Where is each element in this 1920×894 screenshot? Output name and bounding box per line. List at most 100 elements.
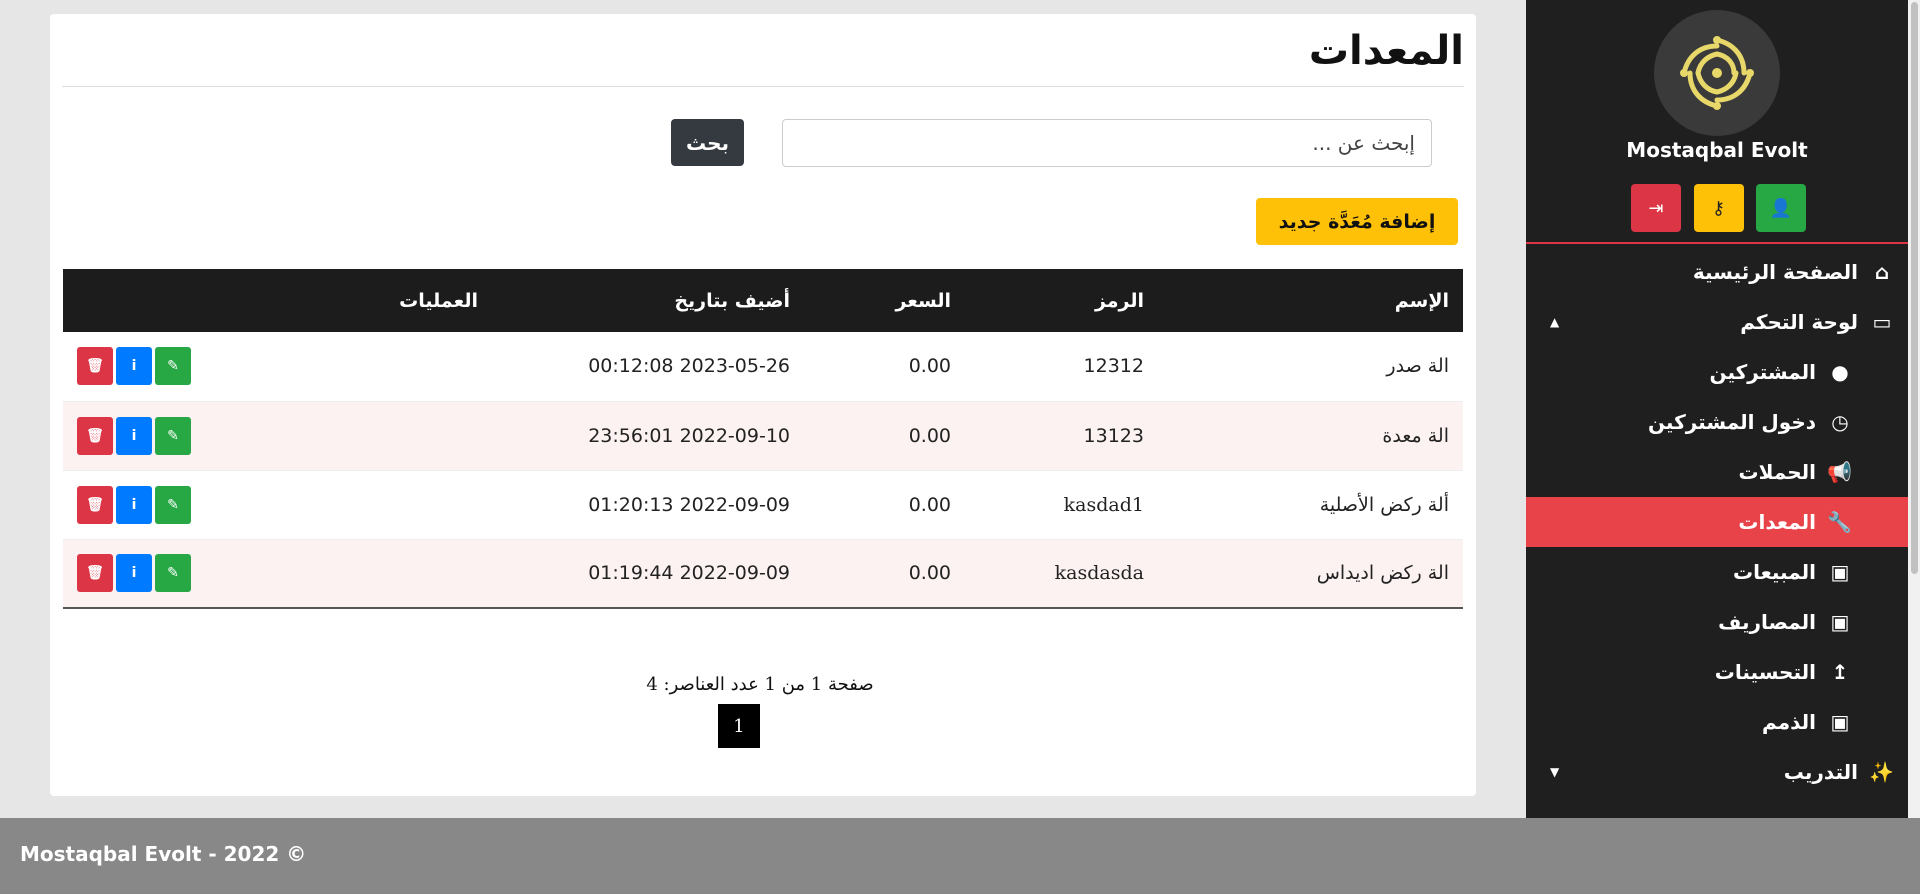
cell-code: kasdad1 — [965, 469, 1158, 539]
footer-text: Mostaqbal Evolt - 2022 © — [20, 842, 307, 866]
edit-button[interactable]: ✎ — [155, 347, 191, 386]
sidebar-menu: ⌂ الصفحة الرئيسية ▭ لوحة التحكم ▲ ● المش… — [1526, 247, 1908, 797]
cell-code: 12312 — [1083, 355, 1144, 378]
cell-operations: 🗑 i ✎ — [63, 332, 492, 401]
user-icon: ● — [1831, 360, 1849, 384]
cell-date: 2023-05-26 00:12:08 — [588, 355, 790, 378]
sidebar-item-equipment[interactable]: 🔧 المعدات — [1526, 497, 1908, 547]
pagination-summary: صفحة 1 من 1 عدد العناصر: 4 — [646, 674, 874, 695]
info-button[interactable]: i — [116, 554, 152, 593]
cell-price: 0.00 — [908, 355, 951, 378]
chevron-down-icon: ▼ — [1550, 765, 1560, 779]
page-title: المعدات — [1308, 28, 1464, 74]
edit-icon: ✎ — [167, 427, 179, 444]
add-equipment-button[interactable]: إضافة مُعَدَّة جديد — [1256, 198, 1458, 245]
info-icon: i — [131, 565, 137, 582]
sidebar-item-receivables[interactable]: ▣ الذمم — [1526, 697, 1908, 747]
info-button[interactable]: i — [116, 485, 152, 524]
table-row: الة معدة 13123 0.00 2022-09-10 23:56:01 … — [63, 400, 1463, 470]
delete-button[interactable]: 🗑 — [77, 554, 113, 593]
sidebar-item-subscribers[interactable]: ● المشتركين — [1526, 347, 1908, 397]
sidebar-item-subscriber-entry[interactable]: ◷ دخول المشتركين — [1526, 397, 1908, 447]
home-icon: ⌂ — [1874, 260, 1890, 284]
table-row: الة صدر 12312 0.00 2023-05-26 00:12:08 🗑… — [63, 332, 1463, 401]
cell-code: kasdasda — [965, 538, 1158, 609]
header-code: الرمز — [965, 269, 1158, 332]
header-operations: العمليات — [63, 269, 492, 332]
sidebar-item-label: دخول المشتركين — [1647, 410, 1816, 434]
info-button[interactable]: i — [116, 347, 152, 386]
cell-name: الة معدة — [1158, 400, 1463, 470]
search-button[interactable]: بحث — [671, 119, 744, 166]
logo-icon — [1680, 36, 1754, 110]
sidebar-item-expenses[interactable]: ▣ المصاريف — [1526, 597, 1908, 647]
sidebar: Mostaqbal Evolt ⇥ ⚷ 👤 ⌂ الصفحة الرئيسية … — [1526, 0, 1908, 818]
trash-icon: 🗑 — [86, 496, 104, 513]
sidebar-item-label: المعدات — [1738, 510, 1816, 534]
sidebar-item-sales[interactable]: ▣ المبيعات — [1526, 547, 1908, 597]
profile-actions: ⇥ ⚷ 👤 — [1631, 184, 1806, 232]
row-actions: 🗑 i ✎ — [77, 347, 478, 386]
trash-icon: 🗑 — [86, 565, 104, 582]
row-actions: 🗑 i ✎ — [77, 554, 478, 593]
cell-date: 2022-09-09 01:19:44 — [492, 538, 804, 609]
sidebar-item-label: الذمم — [1762, 710, 1816, 734]
title-divider — [62, 86, 1464, 87]
cell-operations: 🗑 i ✎ — [63, 538, 492, 609]
row-actions: 🗑 i ✎ — [77, 485, 478, 524]
user-icon: 👤 — [1769, 197, 1793, 219]
level-up-icon: ↥ — [1831, 660, 1849, 684]
delete-button[interactable]: 🗑 — [77, 485, 113, 524]
equipment-card: المعدات بحث إضافة مُعَدَّة جديد الإسم ال… — [50, 14, 1476, 796]
cell-price: 0.00 — [804, 538, 965, 609]
cell-date: 2022-09-10 23:56:01 — [492, 400, 804, 470]
edit-button[interactable]: ✎ — [155, 416, 191, 455]
trash-icon: 🗑 — [86, 358, 104, 375]
wrench-icon: 🔧 — [1827, 510, 1852, 534]
delete-button[interactable]: 🗑 — [77, 416, 113, 455]
sidebar-item-dashboard[interactable]: ▭ لوحة التحكم ▲ — [1526, 297, 1908, 347]
change-password-button[interactable]: ⚷ — [1693, 184, 1744, 232]
info-icon: i — [131, 358, 137, 375]
sidebar-item-training[interactable]: ✨ التدريب ▼ — [1526, 747, 1908, 797]
logout-button[interactable]: ⇥ — [1631, 184, 1681, 232]
sidebar-item-campaigns[interactable]: 📢 الحملات — [1526, 447, 1908, 497]
table-header-row: الإسم الرمز السعر أضيف بتاريخ العمليات — [63, 269, 1463, 332]
money-icon: ▣ — [1830, 560, 1850, 584]
sidebar-scrollbar[interactable] — [1908, 0, 1920, 818]
table-row: الة ركض اديداس kasdasda 0.00 2022-09-09 … — [63, 538, 1463, 609]
sidebar-item-label: المبيعات — [1733, 560, 1816, 584]
cell-operations: 🗑 i ✎ — [63, 400, 492, 470]
edit-icon: ✎ — [167, 358, 179, 375]
sidebar-item-home[interactable]: ⌂ الصفحة الرئيسية — [1526, 247, 1908, 297]
cell-date: 2022-09-09 01:20:13 — [492, 469, 804, 539]
sidebar-item-label: المصاريف — [1718, 610, 1816, 634]
edit-icon: ✎ — [167, 565, 179, 582]
sign-out-icon: ⇥ — [1648, 197, 1664, 219]
edit-button[interactable]: ✎ — [155, 485, 191, 524]
page-button[interactable]: 1 — [718, 704, 760, 748]
sidebar-item-improvements[interactable]: ↥ التحسينات — [1526, 647, 1908, 697]
header-price: السعر — [804, 269, 965, 332]
profile-button[interactable]: 👤 — [1756, 184, 1806, 232]
equipment-table: الإسم الرمز السعر أضيف بتاريخ العمليات ا… — [63, 269, 1463, 609]
info-icon: i — [131, 496, 137, 513]
brand-logo — [1654, 10, 1780, 136]
scrollbar-thumb[interactable] — [1911, 2, 1918, 574]
laptop-icon: ▭ — [1872, 310, 1892, 334]
edit-button[interactable]: ✎ — [155, 554, 191, 593]
cell-code: 13123 — [965, 400, 1158, 470]
table-row: ألة ركض الأصلية kasdad1 0.00 2022-09-09 … — [63, 469, 1463, 539]
sidebar-item-label: الحملات — [1738, 460, 1816, 484]
cell-name: الة صدر — [1386, 355, 1449, 378]
sidebar-item-label: الصفحة الرئيسية — [1692, 260, 1858, 284]
sidebar-item-label: التحسينات — [1714, 660, 1816, 684]
sidebar-item-label: المشتركين — [1709, 360, 1816, 384]
trash-icon: 🗑 — [86, 427, 104, 444]
cell-operations: 🗑 i ✎ — [63, 469, 492, 539]
search-input[interactable] — [782, 119, 1432, 167]
delete-button[interactable]: 🗑 — [77, 347, 113, 386]
chevron-up-icon: ▲ — [1550, 315, 1560, 329]
cell-price: 0.00 — [804, 400, 965, 470]
info-button[interactable]: i — [116, 416, 152, 455]
